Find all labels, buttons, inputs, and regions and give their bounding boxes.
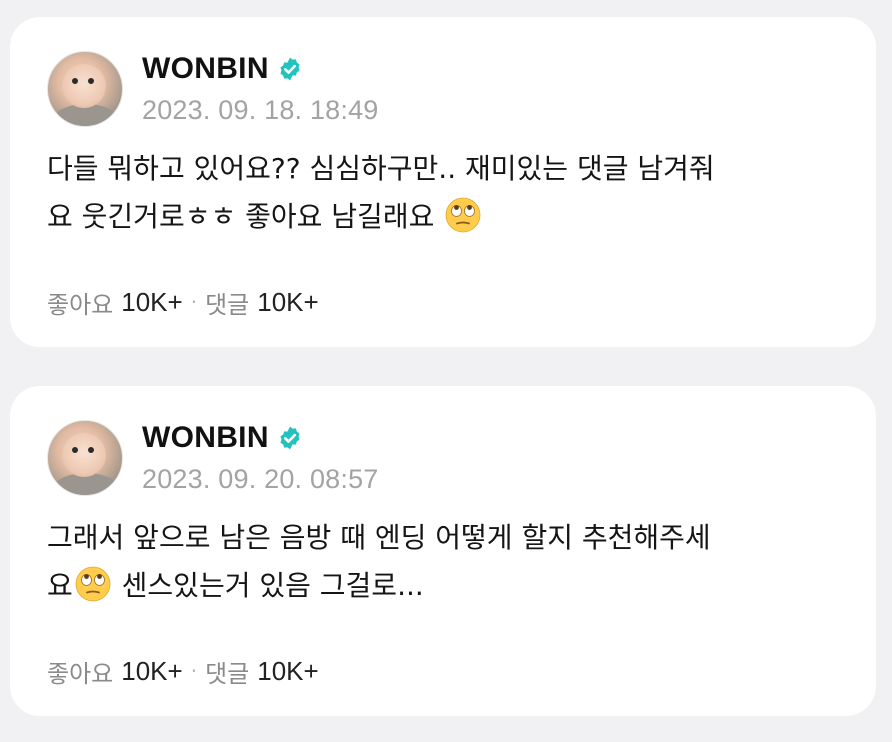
author-row: WONBIN (142, 420, 303, 456)
author-row: WONBIN (142, 51, 303, 87)
stats-separator: · (190, 290, 198, 314)
comment-count: 10K+ (257, 286, 319, 317)
like-count: 10K+ (121, 286, 183, 317)
post-card[interactable]: WONBIN 2023. 09. 18. 18:49 다들 뭐하고 있어요?? … (10, 17, 876, 347)
post-text-line-content: 요 웃긴거로ㅎㅎ 좋아요 남길래요 (47, 200, 435, 233)
post-text-line-prefix: 요 (47, 569, 73, 602)
comment-label[interactable]: 댓글 (205, 285, 249, 320)
author-name[interactable]: WONBIN (142, 421, 269, 455)
verified-badge-icon (280, 426, 300, 450)
post-text: 다들 뭐하고 있어요?? 심심하구만.. 재미있는 댓글 남겨줘 요 웃긴거로ㅎ… (47, 145, 847, 241)
post-text: 그래서 앞으로 남은 음방 때 엔딩 어떻게 할지 추천해주세 요 센스있는거 … (47, 514, 847, 610)
rolling-eyes-emoji-icon (75, 566, 111, 602)
post-timestamp: 2023. 09. 18. 18:49 (142, 95, 379, 125)
like-count: 10K+ (121, 655, 183, 686)
author-name[interactable]: WONBIN (142, 52, 269, 86)
post-timestamp: 2023. 09. 20. 08:57 (142, 464, 379, 494)
post-text-line: 그래서 앞으로 남은 음방 때 엔딩 어떻게 할지 추천해주세 (47, 521, 711, 554)
post-text-line-2: 요 센스있는거 있음 그걸로... (47, 562, 847, 610)
verified-badge-icon (280, 57, 300, 81)
post-text-line-suffix: 센스있는거 있음 그걸로... (112, 569, 424, 602)
stats-separator: · (190, 659, 198, 683)
avatar[interactable] (47, 51, 123, 127)
comment-label[interactable]: 댓글 (205, 654, 249, 689)
rolling-eyes-emoji-icon (445, 197, 481, 233)
avatar[interactable] (47, 420, 123, 496)
comment-count: 10K+ (257, 655, 319, 686)
like-label[interactable]: 좋아요 (47, 654, 113, 689)
post-stats: 좋아요 10K+ · 댓글 10K+ (47, 285, 319, 319)
post-text-line: 다들 뭐하고 있어요?? 심심하구만.. 재미있는 댓글 남겨줘 (47, 152, 715, 185)
post-card[interactable]: WONBIN 2023. 09. 20. 08:57 그래서 앞으로 남은 음방… (10, 386, 876, 716)
post-stats: 좋아요 10K+ · 댓글 10K+ (47, 654, 319, 688)
like-label[interactable]: 좋아요 (47, 285, 113, 320)
post-text-line-2: 요 웃긴거로ㅎㅎ 좋아요 남길래요 (47, 193, 847, 241)
